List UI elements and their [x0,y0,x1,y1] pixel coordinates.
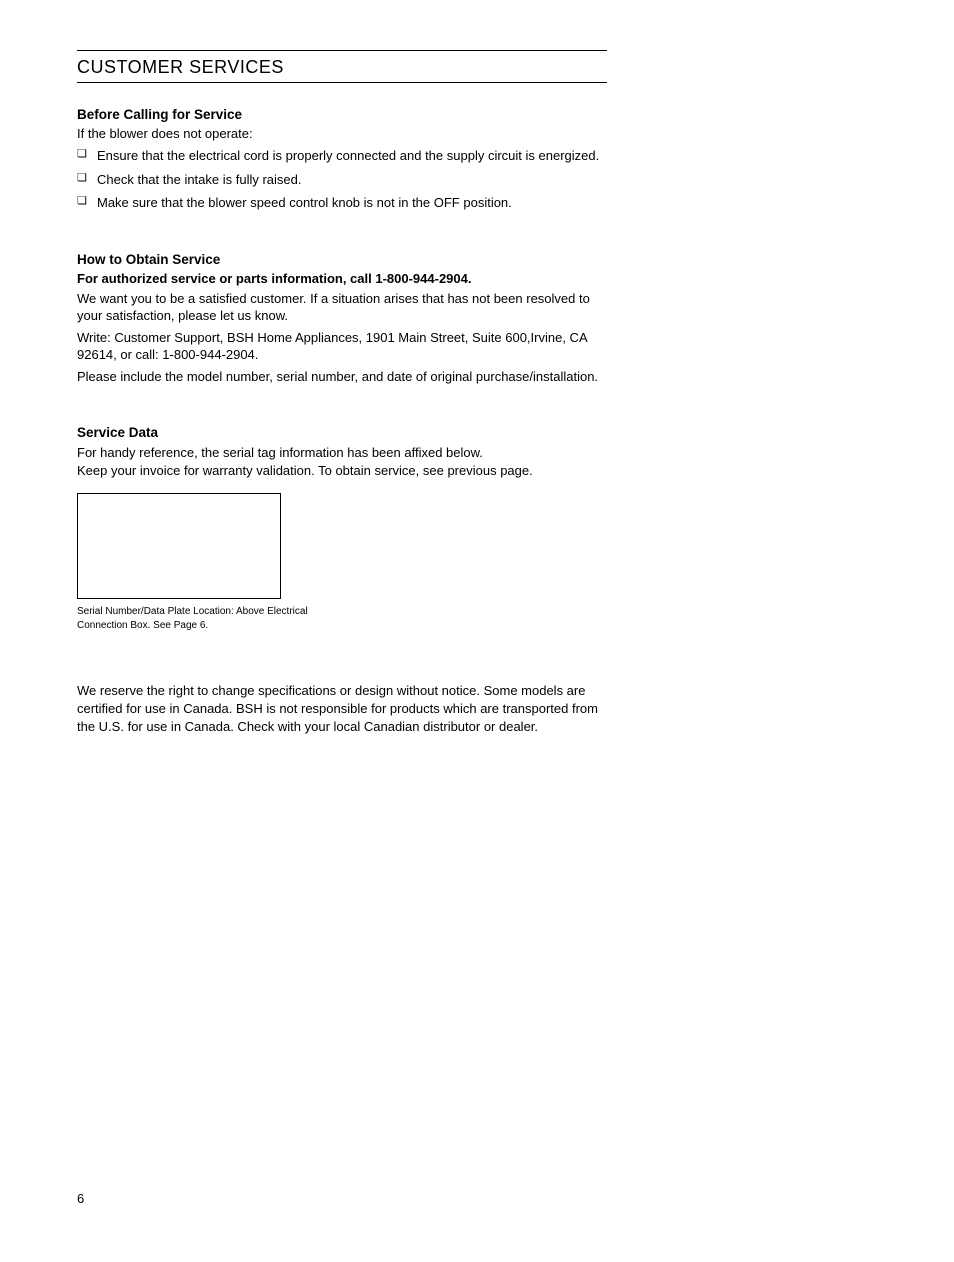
before-calling-section: Before Calling for Service If the blower… [77,107,607,212]
body-text: Write: Customer Support, BSH Home Applia… [77,329,607,364]
list-item: Check that the intake is fully raised. [77,171,607,189]
body-text: Please include the model number, serial … [77,368,607,386]
disclaimer-text: We reserve the right to change specifica… [77,682,607,735]
body-text: We want you to be a satisfied customer. … [77,290,607,325]
list-item: Ensure that the electrical cord is prope… [77,147,607,165]
how-to-obtain-heading: How to Obtain Service [77,252,607,267]
how-to-obtain-section: How to Obtain Service For authorized ser… [77,252,607,386]
serial-tag-box [77,493,281,599]
page-title: CUSTOMER SERVICES [77,50,607,83]
before-calling-list: Ensure that the electrical cord is prope… [77,147,607,212]
disclaimer-section: We reserve the right to change specifica… [77,682,607,735]
how-to-obtain-bold: For authorized service or parts informat… [77,271,607,286]
serial-box-caption: Serial Number/Data Plate Location: Above… [77,605,317,632]
service-data-heading: Service Data [77,425,607,440]
before-calling-lead: If the blower does not operate: [77,126,607,141]
before-calling-heading: Before Calling for Service [77,107,607,122]
body-text: Keep your invoice for warranty validatio… [77,462,607,480]
page-number: 6 [77,1191,84,1206]
service-data-section: Service Data For handy reference, the se… [77,425,607,632]
body-text: For handy reference, the serial tag info… [77,444,607,462]
list-item: Make sure that the blower speed control … [77,194,607,212]
